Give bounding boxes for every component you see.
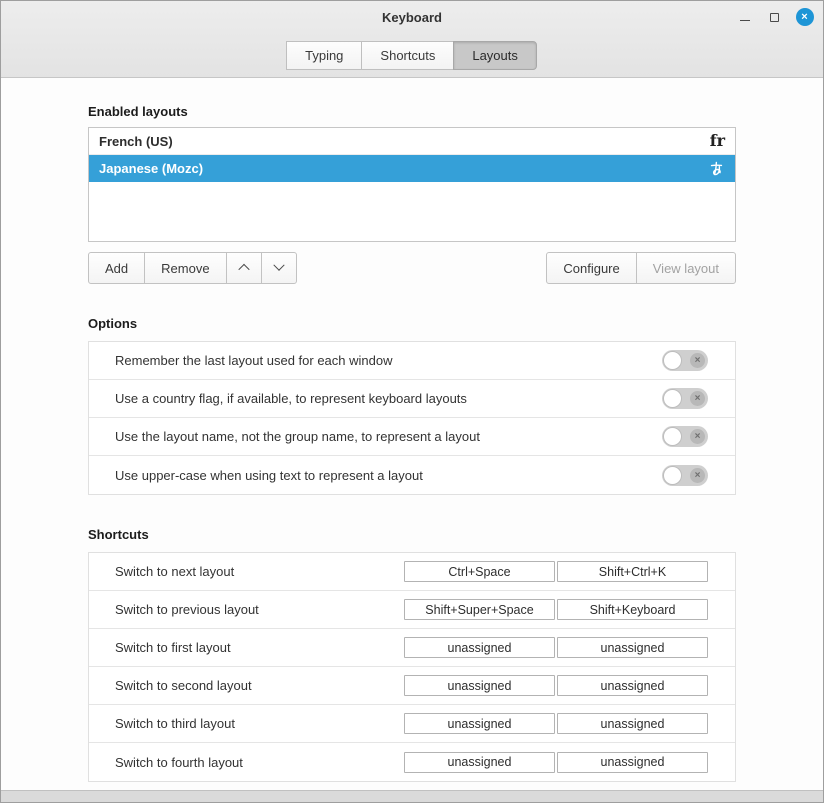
option-label: Remember the last layout used for each w… — [115, 353, 392, 368]
keybinding-button-primary[interactable]: Shift+Super+Space — [404, 599, 555, 620]
toggle-off-icon: × — [690, 353, 705, 368]
tab-label: Shortcuts — [380, 48, 435, 63]
layouts-panel: Enabled layouts French (US) fr Japanese … — [1, 78, 823, 790]
layout-list-actions: Add Remove Configure View layout — [88, 252, 736, 284]
toggle-off-icon: × — [690, 391, 705, 406]
toggle-switch[interactable]: × — [662, 350, 708, 371]
shortcut-row: Switch to next layout Ctrl+Space Shift+C… — [89, 553, 735, 591]
layout-name: Japanese (Mozc) — [99, 161, 203, 176]
minimize-button[interactable] — [734, 7, 755, 28]
move-down-button[interactable] — [261, 252, 297, 284]
configure-button[interactable]: Configure — [546, 252, 636, 284]
tab-layouts[interactable]: Layouts — [453, 41, 537, 70]
keyboard-settings-window: Keyboard × Typing — [0, 0, 824, 803]
keybinding-button-primary[interactable]: Ctrl+Space — [404, 561, 555, 582]
layout-indicator-icon: fr — [710, 133, 725, 149]
shortcut-label: Switch to third layout — [115, 716, 235, 731]
close-icon: × — [796, 8, 814, 26]
option-label: Use a country flag, if available, to rep… — [115, 391, 467, 406]
layout-name: French (US) — [99, 134, 173, 149]
shortcut-label: Switch to first layout — [115, 640, 231, 655]
keybinding-group: unassigned unassigned — [404, 637, 708, 658]
shortcut-row: Switch to fourth layout unassigned unass… — [89, 743, 735, 781]
layout-view-button-group: Configure View layout — [546, 252, 736, 284]
maximize-icon — [770, 13, 779, 22]
option-row: Use the layout name, not the group name,… — [89, 418, 735, 456]
layout-indicator-icon — [708, 160, 725, 177]
tab-group: Typing Shortcuts Layouts — [287, 41, 537, 70]
move-up-button[interactable] — [226, 252, 262, 284]
shortcuts-heading: Shortcuts — [88, 527, 736, 542]
option-label: Use upper-case when using text to repres… — [115, 468, 423, 483]
tab-typing[interactable]: Typing — [286, 41, 362, 70]
keybinding-button-secondary[interactable]: unassigned — [557, 637, 708, 658]
shortcut-row: Switch to third layout unassigned unassi… — [89, 705, 735, 743]
shortcut-label: Switch to previous layout — [115, 602, 259, 617]
toggle-knob — [663, 351, 682, 370]
toggle-switch[interactable]: × — [662, 426, 708, 447]
window-header: Keyboard × Typing — [1, 1, 823, 78]
shortcut-label: Switch to fourth layout — [115, 755, 243, 770]
tab-label: Typing — [305, 48, 343, 63]
layout-row[interactable]: Japanese (Mozc) — [89, 155, 735, 182]
layout-edit-button-group: Add Remove — [88, 252, 297, 284]
add-button[interactable]: Add — [88, 252, 145, 284]
minimize-icon — [740, 20, 750, 21]
remove-button[interactable]: Remove — [144, 252, 226, 284]
shortcuts-list: Switch to next layout Ctrl+Space Shift+C… — [88, 552, 736, 782]
maximize-button[interactable] — [764, 7, 785, 28]
shortcut-label: Switch to next layout — [115, 564, 234, 579]
keybinding-group: unassigned unassigned — [404, 752, 708, 773]
toggle-switch[interactable]: × — [662, 465, 708, 486]
option-label: Use the layout name, not the group name,… — [115, 429, 480, 444]
option-row: Use upper-case when using text to repres… — [89, 456, 735, 494]
option-row: Remember the last layout used for each w… — [89, 342, 735, 380]
keybinding-group: unassigned unassigned — [404, 713, 708, 734]
shortcut-row: Switch to second layout unassigned unass… — [89, 667, 735, 705]
keybinding-button-primary[interactable]: unassigned — [404, 675, 555, 696]
keybinding-button-primary[interactable]: unassigned — [404, 752, 555, 773]
options-list: Remember the last layout used for each w… — [88, 341, 736, 495]
toggle-knob — [663, 466, 682, 485]
keybinding-button-primary[interactable]: unassigned — [404, 713, 555, 734]
toggle-off-icon: × — [690, 468, 705, 483]
shortcut-row: Switch to previous layout Shift+Super+Sp… — [89, 591, 735, 629]
tab-bar: Typing Shortcuts Layouts — [1, 33, 823, 77]
shortcut-label: Switch to second layout — [115, 678, 252, 693]
option-row: Use a country flag, if available, to rep… — [89, 380, 735, 418]
toggle-off-icon: × — [690, 429, 705, 444]
titlebar[interactable]: Keyboard × — [1, 1, 823, 33]
options-heading: Options — [88, 316, 736, 331]
keybinding-button-secondary[interactable]: Shift+Ctrl+K — [557, 561, 708, 582]
window-resize-edge[interactable] — [1, 790, 823, 802]
chevron-up-icon — [238, 264, 249, 275]
window-controls: × — [734, 1, 815, 33]
keybinding-button-primary[interactable]: unassigned — [404, 637, 555, 658]
enabled-layouts-heading: Enabled layouts — [88, 104, 736, 119]
keybinding-button-secondary[interactable]: unassigned — [557, 752, 708, 773]
layout-row[interactable]: French (US) fr — [89, 128, 735, 155]
keybinding-group: Ctrl+Space Shift+Ctrl+K — [404, 561, 708, 582]
keybinding-button-secondary[interactable]: unassigned — [557, 713, 708, 734]
keybinding-button-secondary[interactable]: unassigned — [557, 675, 708, 696]
close-button[interactable]: × — [794, 7, 815, 28]
tab-shortcuts[interactable]: Shortcuts — [361, 41, 454, 70]
enabled-layouts-list[interactable]: French (US) fr Japanese (Mozc) — [88, 127, 736, 242]
shortcut-row: Switch to first layout unassigned unassi… — [89, 629, 735, 667]
tab-label: Layouts — [472, 48, 518, 63]
window-title: Keyboard — [1, 1, 823, 33]
toggle-knob — [663, 427, 682, 446]
keybinding-button-secondary[interactable]: Shift+Keyboard — [557, 599, 708, 620]
view-layout-button[interactable]: View layout — [636, 252, 736, 284]
chevron-down-icon — [273, 260, 284, 271]
toggle-switch[interactable]: × — [662, 388, 708, 409]
keybinding-group: unassigned unassigned — [404, 675, 708, 696]
keybinding-group: Shift+Super+Space Shift+Keyboard — [404, 599, 708, 620]
toggle-knob — [663, 389, 682, 408]
